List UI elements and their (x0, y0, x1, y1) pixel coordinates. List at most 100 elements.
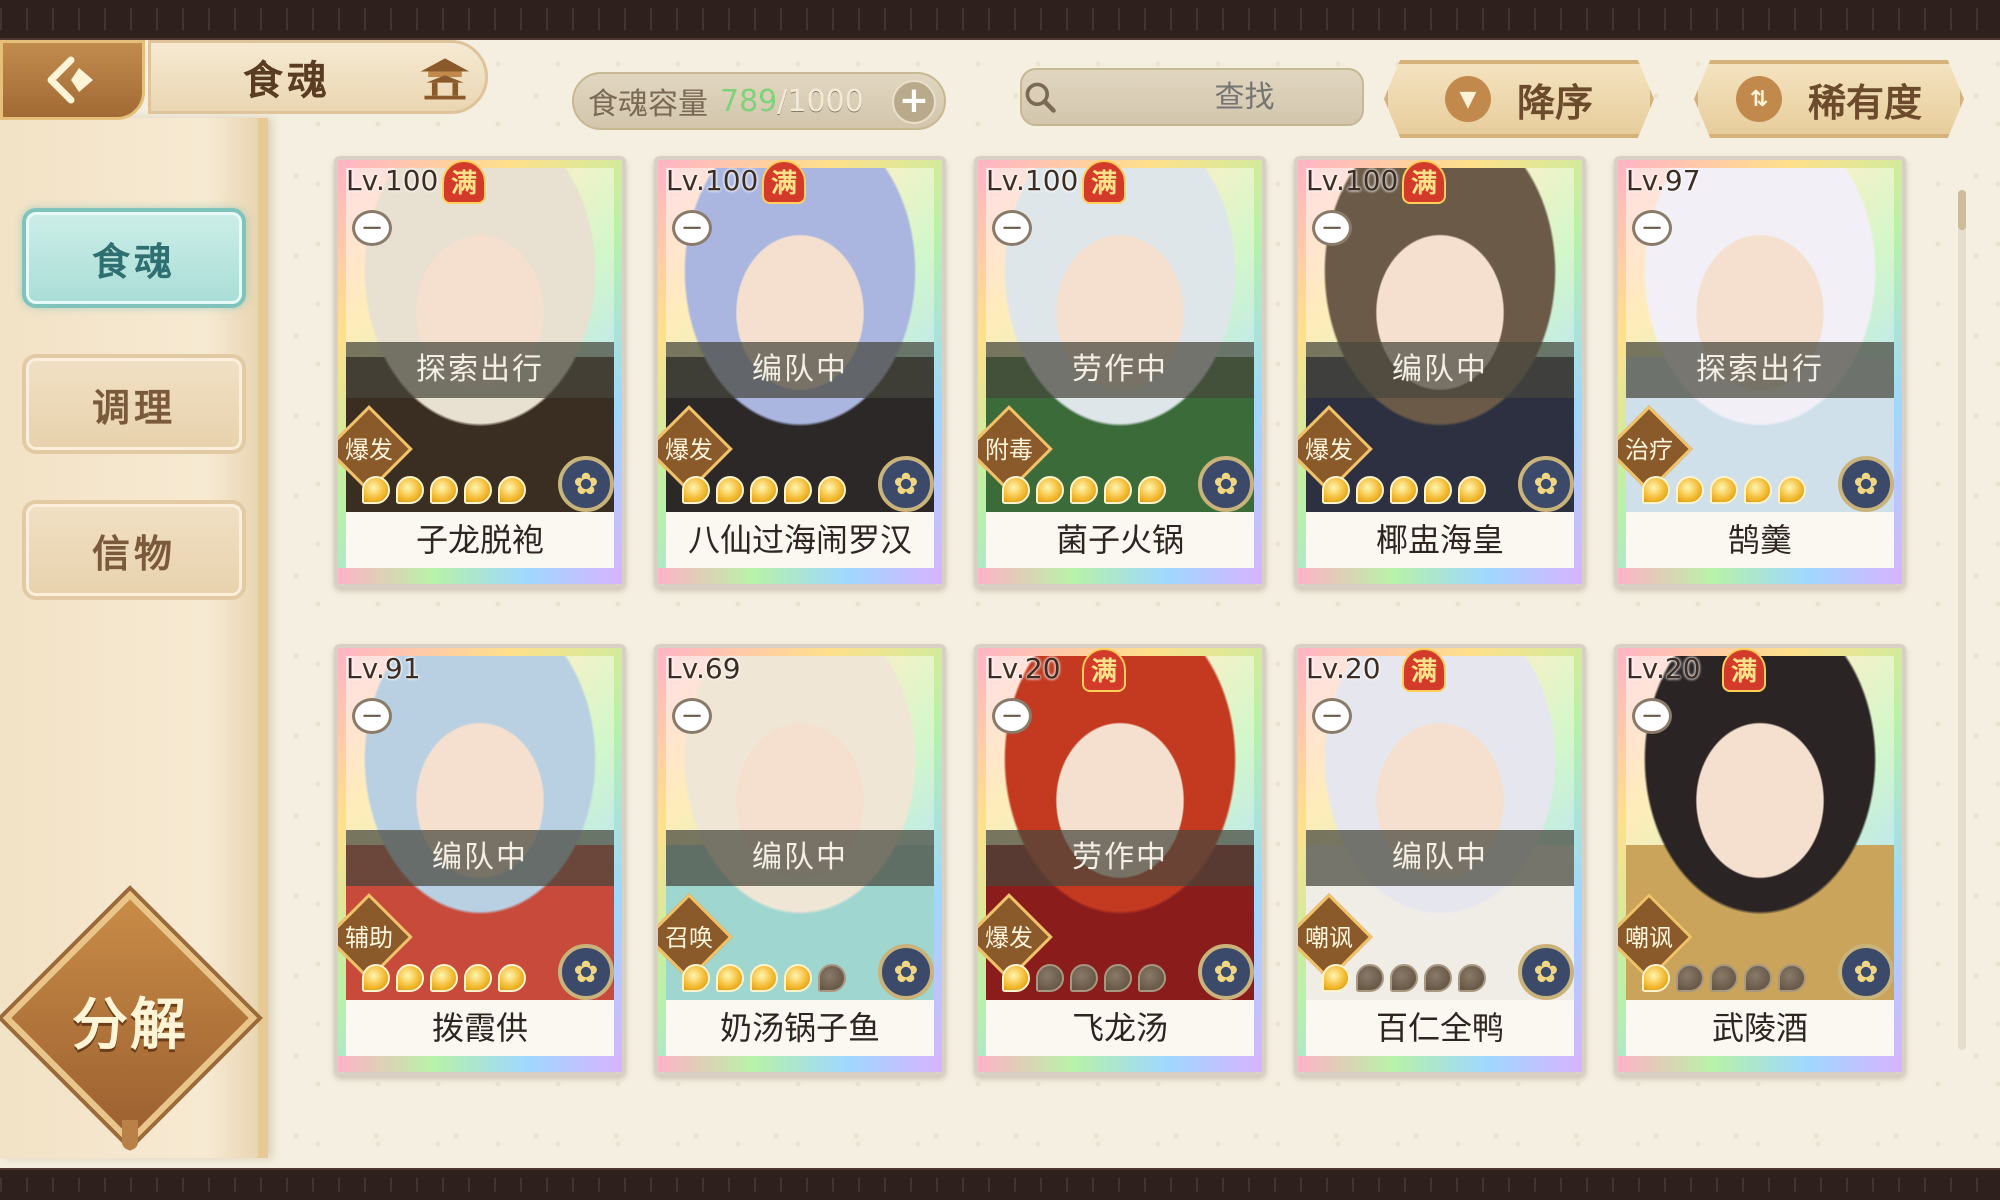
max-level-badge: 满 (1722, 648, 1766, 692)
card-foot-strip (338, 1056, 622, 1072)
star-icon (1138, 476, 1166, 504)
role-label: 爆发 (985, 924, 1033, 952)
star-rating (682, 476, 846, 504)
star-icon (716, 964, 744, 992)
card-level: Lv.100 (986, 164, 1079, 197)
card-status: 探索出行 (1626, 342, 1894, 398)
role-label: 召唤 (665, 924, 713, 952)
max-level-badge: 满 (1402, 648, 1446, 692)
star-rating (1322, 964, 1486, 992)
sort-key-button[interactable]: ⇅ 稀有度 (1694, 60, 1964, 138)
food-soul-card[interactable]: Lv.91 一编队中 辅助 ✿ 拨霞供 (334, 644, 626, 1076)
food-soul-card[interactable]: Lv.100 满一编队中 爆发 ✿ 八仙过海闹罗汉 (654, 156, 946, 588)
card-name: 武陵酒 (1626, 1000, 1894, 1056)
role-label: 爆发 (1305, 436, 1353, 464)
star-icon (1002, 476, 1030, 504)
food-soul-card[interactable]: Lv.69 一编队中 召唤 ✿ 奶汤锅子鱼 (654, 644, 946, 1076)
food-soul-card[interactable]: Lv.100 满一劳作中 附毒 ✿ 菌子火锅 (974, 156, 1266, 588)
search-bar: ✕ (1020, 68, 1460, 126)
food-soul-card[interactable]: Lv.100 满一探索出行 爆发 ✿ 子龙脱袍 (334, 156, 626, 588)
flower-emblem-icon: ✿ (558, 456, 614, 512)
bowl-icon: 一 (1632, 698, 1672, 734)
card-status: 探索出行 (346, 342, 614, 398)
star-icon (1104, 476, 1132, 504)
star-icon (362, 964, 390, 992)
sidebar-item-keepsakes[interactable]: 信物 (22, 500, 246, 600)
scrollbar-thumb[interactable] (1958, 190, 1966, 230)
star-icon (1642, 964, 1670, 992)
sidebar-item-food-souls[interactable]: 食魂 (22, 208, 246, 308)
food-soul-card[interactable]: Lv.100 满一编队中 爆发 ✿ 椰盅海皇 (1294, 156, 1586, 588)
card-name: 子龙脱袍 (346, 512, 614, 568)
food-soul-card[interactable]: Lv.97 一探索出行 治疗 ✿ 鹄羹 (1614, 156, 1906, 588)
card-foot-strip (1618, 1056, 1902, 1072)
food-soul-card[interactable]: Lv.20 满一嘲讽 ✿ 武陵酒 (1614, 644, 1906, 1076)
add-capacity-button[interactable]: + (892, 80, 936, 124)
sidebar-item-conditioning[interactable]: 调理 (22, 354, 246, 454)
star-icon (1036, 476, 1064, 504)
bowl-icon: 一 (992, 698, 1032, 734)
bowl-icon: 一 (672, 698, 712, 734)
card-level: Lv.100 (346, 164, 439, 197)
card-status: 劳作中 (986, 830, 1254, 886)
card-foot-strip (1618, 568, 1902, 584)
bowl-icon: 一 (352, 210, 392, 246)
star-rating (1002, 964, 1166, 992)
card-name: 鹄羹 (1626, 512, 1894, 568)
star-icon (1676, 964, 1704, 992)
flower-emblem-icon: ✿ (1198, 456, 1254, 512)
star-icon (396, 964, 424, 992)
max-level-badge: 满 (1082, 648, 1126, 692)
card-level: Lv.20 (1626, 652, 1701, 685)
star-icon (464, 964, 492, 992)
card-status: 劳作中 (986, 342, 1254, 398)
role-label: 辅助 (345, 924, 393, 952)
food-soul-card[interactable]: Lv.20 满一编队中 嘲讽 ✿ 百仁全鸭 (1294, 644, 1586, 1076)
card-foot-strip (338, 568, 622, 584)
scrollbar[interactable] (1958, 190, 1966, 1050)
sort-down-icon: ▼ (1444, 76, 1491, 122)
star-icon (1036, 964, 1064, 992)
capacity-label: 食魂容量 (588, 87, 708, 122)
food-soul-card[interactable]: Lv.20 满一劳作中 爆发 ✿ 飞龙汤 (974, 644, 1266, 1076)
star-rating (1642, 964, 1806, 992)
bowl-icon: 一 (1632, 210, 1672, 246)
star-icon (1070, 964, 1098, 992)
star-icon (682, 476, 710, 504)
star-icon (396, 476, 424, 504)
star-rating (1002, 476, 1166, 504)
card-level: Lv.100 (666, 164, 759, 197)
star-icon (1356, 964, 1384, 992)
back-button[interactable] (0, 40, 145, 120)
top-border (0, 0, 2000, 40)
card-foot-strip (1298, 568, 1582, 584)
decompose-label: 分解 (72, 992, 188, 1058)
star-icon (1104, 964, 1132, 992)
role-label: 爆发 (665, 436, 713, 464)
star-icon (1778, 964, 1806, 992)
star-icon (1070, 476, 1098, 504)
max-level-badge: 满 (442, 160, 486, 204)
star-icon (1424, 964, 1452, 992)
star-rating (1322, 476, 1486, 504)
card-name: 椰盅海皇 (1306, 512, 1574, 568)
role-label: 嘲讽 (1625, 924, 1673, 952)
card-status: 编队中 (1306, 342, 1574, 398)
flower-emblem-icon: ✿ (1518, 944, 1574, 1000)
search-input[interactable] (1058, 79, 1431, 115)
pavilion-icon[interactable] (410, 48, 480, 108)
star-icon (818, 964, 846, 992)
max-level-badge: 满 (1082, 160, 1126, 204)
capacity-total: /1000 (777, 83, 864, 119)
flower-emblem-icon: ✿ (878, 456, 934, 512)
star-icon (1424, 476, 1452, 504)
sort-order-button[interactable]: ▼ 降序 (1384, 60, 1654, 138)
star-icon (1744, 476, 1772, 504)
bowl-icon: 一 (1312, 698, 1352, 734)
star-icon (818, 476, 846, 504)
star-icon (1710, 476, 1738, 504)
card-level: Lv.20 (1306, 652, 1381, 685)
main-stage: 食魂 调理 信物 食魂 分解 食魂容量 789 /1000 + 查找 ▼ 降序 … (0, 40, 2000, 1168)
star-icon (1322, 476, 1350, 504)
page-title-text: 食魂 (243, 58, 331, 104)
